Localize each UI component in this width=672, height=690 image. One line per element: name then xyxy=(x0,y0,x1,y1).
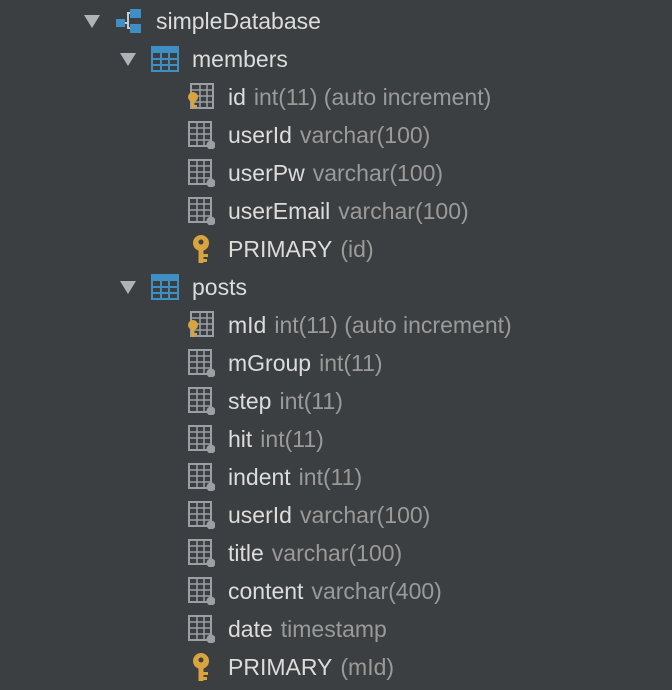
primary-key-column-icon xyxy=(186,310,216,340)
column-icon xyxy=(186,158,216,188)
column-icon xyxy=(186,576,216,606)
column-name: hit xyxy=(228,425,253,452)
tree-node-key-primary[interactable]: PRIMARY (mId) xyxy=(0,648,672,686)
column-name: content xyxy=(228,577,304,604)
column-icon xyxy=(186,348,216,378)
column-name: userPw xyxy=(228,159,305,186)
column-type: int(11) xyxy=(260,425,324,452)
column-type: int(11) xyxy=(279,387,343,414)
tree-node-table-members[interactable]: members xyxy=(0,40,672,78)
tree-node-database[interactable]: simpleDatabase xyxy=(0,2,672,40)
table-name: posts xyxy=(192,273,247,300)
tree-node-column-date[interactable]: date timestamp xyxy=(0,610,672,648)
column-type: timestamp xyxy=(280,615,387,642)
tree-node-column-content[interactable]: content varchar(400) xyxy=(0,572,672,610)
tree-node-column-mid[interactable]: mId int(11) (auto increment) xyxy=(0,306,672,344)
tree-node-column-step[interactable]: step int(11) xyxy=(0,382,672,420)
column-name: mId xyxy=(228,311,267,338)
column-type: varchar(100) xyxy=(299,121,431,148)
column-name: mGroup xyxy=(228,349,312,376)
tree-node-column-userid[interactable]: userId varchar(100) xyxy=(0,496,672,534)
key-name: PRIMARY xyxy=(228,653,333,680)
key-columns: (id) xyxy=(340,235,374,262)
database-tree: simpleDatabase members id int(11) (auto … xyxy=(0,0,672,690)
expand-arrow-icon[interactable] xyxy=(116,275,140,299)
column-type: varchar(100) xyxy=(312,159,444,186)
column-name: title xyxy=(228,539,264,566)
tree-node-column-hit[interactable]: hit int(11) xyxy=(0,420,672,458)
tree-node-column-title[interactable]: title varchar(100) xyxy=(0,534,672,572)
column-icon xyxy=(186,500,216,530)
column-icon xyxy=(186,386,216,416)
table-icon xyxy=(150,272,180,302)
column-icon xyxy=(186,614,216,644)
key-name: PRIMARY xyxy=(228,235,333,262)
column-type: int(11) xyxy=(298,463,363,490)
column-icon xyxy=(186,462,216,492)
column-name: userId xyxy=(228,121,292,148)
key-icon xyxy=(186,234,216,264)
tree-node-column-useremail[interactable]: userEmail varchar(100) xyxy=(0,192,672,230)
tree-node-key-primary[interactable]: PRIMARY (id) xyxy=(0,230,672,268)
tree-node-column-userid[interactable]: userId varchar(100) xyxy=(0,116,672,154)
tree-node-column-mgroup[interactable]: mGroup int(11) xyxy=(0,344,672,382)
tree-node-column-id[interactable]: id int(11) (auto increment) xyxy=(0,78,672,116)
column-icon xyxy=(186,424,216,454)
primary-key-column-icon xyxy=(186,82,216,112)
tree-node-column-userpw[interactable]: userPw varchar(100) xyxy=(0,154,672,192)
column-type: varchar(400) xyxy=(311,577,442,604)
database-schema-icon xyxy=(114,6,144,36)
tree-node-table-posts[interactable]: posts xyxy=(0,268,672,306)
column-type: varchar(100) xyxy=(338,197,469,224)
column-name: step xyxy=(228,387,272,414)
column-icon xyxy=(186,196,216,226)
key-columns: (mId) xyxy=(340,653,395,680)
column-type: varchar(100) xyxy=(271,539,403,566)
column-type: int(11) (auto increment) xyxy=(274,311,512,338)
column-name: id xyxy=(228,83,246,110)
database-name: simpleDatabase xyxy=(156,7,321,34)
column-type: varchar(100) xyxy=(299,501,431,528)
column-icon xyxy=(186,538,216,568)
column-name: userId xyxy=(228,501,292,528)
key-icon xyxy=(186,652,216,682)
table-icon xyxy=(150,44,180,74)
tree-node-column-indent[interactable]: indent int(11) xyxy=(0,458,672,496)
column-type: int(11) (auto increment) xyxy=(253,83,492,110)
column-name: userEmail xyxy=(228,197,331,224)
column-name: date xyxy=(228,615,273,642)
column-type: int(11) xyxy=(319,349,383,376)
column-name: indent xyxy=(228,463,291,490)
expand-arrow-icon[interactable] xyxy=(80,9,104,33)
table-name: members xyxy=(192,45,288,72)
expand-arrow-icon[interactable] xyxy=(116,47,140,71)
column-icon xyxy=(186,120,216,150)
